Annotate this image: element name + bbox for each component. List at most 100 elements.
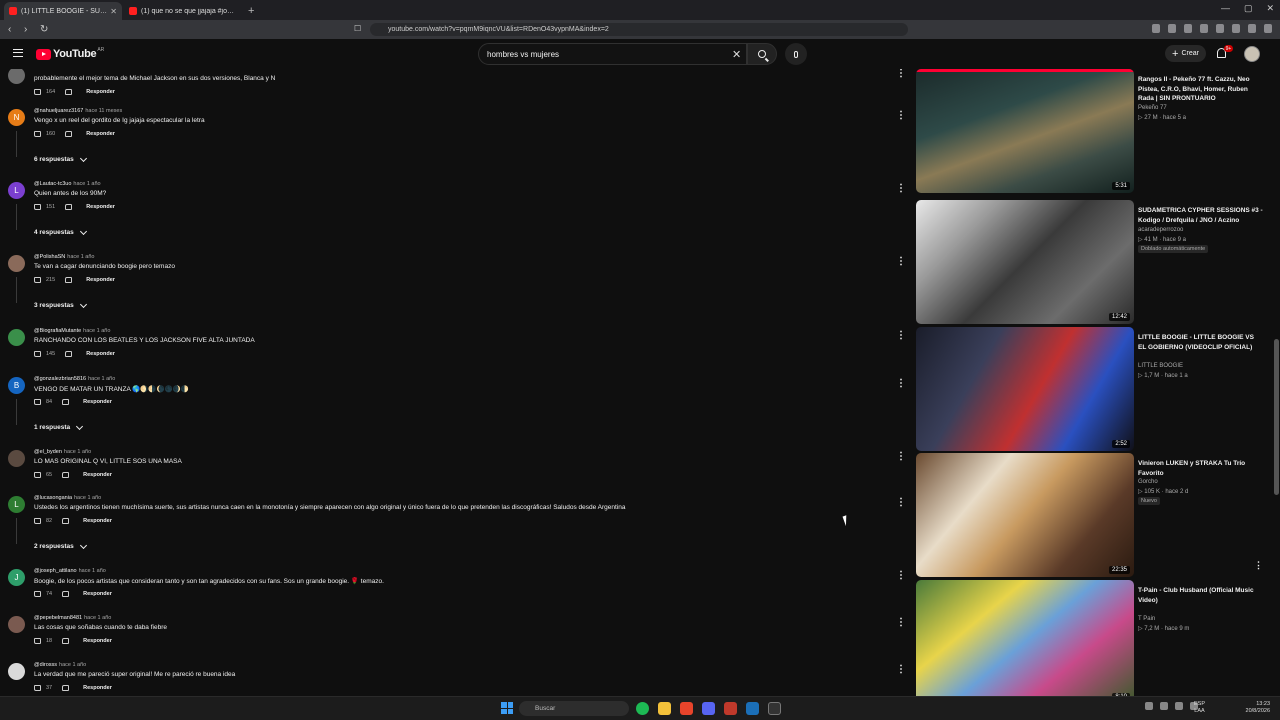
comment-author[interactable]: @Lautac-tc3uo <box>34 181 71 187</box>
dislike-icon[interactable] <box>65 89 73 95</box>
dislike-icon[interactable] <box>62 518 70 524</box>
game-app-icon[interactable] <box>724 702 737 715</box>
steam-icon[interactable] <box>746 702 759 715</box>
language-indicator[interactable]: ESP LAA <box>1194 701 1205 715</box>
related-video[interactable]: 12:42 SUDAMETRICA CYPHER SESSIONS #3 - Ko… <box>916 200 1273 324</box>
create-button[interactable]: + Crear <box>1165 45 1206 62</box>
dislike-icon[interactable] <box>62 638 70 644</box>
minimize-icon[interactable]: — <box>1221 3 1230 14</box>
comment-author[interactable]: @el_byden <box>34 449 62 455</box>
dislike-icon[interactable] <box>62 399 70 405</box>
taskbar-search[interactable]: Buscar <box>519 701 629 716</box>
extension-icon[interactable] <box>1216 24 1224 33</box>
file-explorer-icon[interactable] <box>658 702 671 715</box>
dislike-icon[interactable] <box>62 472 70 478</box>
spotify-icon[interactable] <box>636 702 649 715</box>
comment-options-icon[interactable]: ⋮ <box>896 111 906 121</box>
channel-name[interactable]: Gorcho <box>1138 479 1158 485</box>
scrollbar-thumb[interactable] <box>1274 339 1279 495</box>
comment-author[interactable]: @lucasongania <box>34 495 72 501</box>
video-thumbnail[interactable]: 8:10 <box>916 580 1134 696</box>
windows-start-icon[interactable] <box>501 702 513 714</box>
extension-icon[interactable] <box>1248 24 1256 33</box>
reply-button[interactable]: Responder <box>83 518 112 524</box>
video-thumbnail[interactable]: 12:42 <box>916 200 1134 324</box>
comment-avatar[interactable] <box>8 450 25 467</box>
comment-time[interactable]: hace 1 año <box>88 376 115 382</box>
reply-button[interactable]: Responder <box>86 277 115 283</box>
extension-icon[interactable] <box>1152 24 1160 33</box>
tab-inactive[interactable]: (1) que no se que jjajaja #joacolopez <box>124 2 242 20</box>
view-replies-button[interactable]: 3 respuestas <box>34 300 87 309</box>
video-thumbnail[interactable]: 5:31 <box>916 69 1134 193</box>
scrollbar[interactable] <box>1273 69 1280 696</box>
comment-options-icon[interactable]: ⋮ <box>896 184 906 194</box>
like-icon[interactable] <box>34 204 41 210</box>
tab-active[interactable]: (1) LITTLE BOOGIE - SUAVE CRIMINAL ✕ <box>4 2 122 20</box>
comment-author[interactable]: @nahueljuarez3167 <box>34 108 83 114</box>
extension-icon[interactable] <box>1200 24 1208 33</box>
comment-time[interactable]: hace 1 año <box>79 568 106 574</box>
extension-icon[interactable] <box>1264 24 1272 33</box>
related-video[interactable]: 5:31 Rangos II - Pekeño 77 ft. Cazzu, Neo… <box>916 69 1273 193</box>
new-tab-icon[interactable]: + <box>248 5 254 17</box>
comment-options-icon[interactable]: ⋮ <box>896 331 906 341</box>
reply-button[interactable]: Responder <box>86 204 115 210</box>
reply-button[interactable]: Responder <box>86 89 115 95</box>
comment-options-icon[interactable]: ⋮ <box>896 379 906 389</box>
comment-author[interactable]: @BiografiaMutante <box>34 328 81 334</box>
close-tab-icon[interactable]: ✕ <box>110 7 117 16</box>
comment-avatar[interactable] <box>8 616 25 633</box>
comment-avatar[interactable] <box>8 663 25 680</box>
hamburger-menu-icon[interactable] <box>13 49 23 57</box>
comment-avatar[interactable]: N <box>8 109 25 126</box>
comment-avatar[interactable]: J <box>8 569 25 586</box>
view-replies-button[interactable]: 6 respuestas <box>34 154 87 163</box>
video-title[interactable]: Rangos II - Pekeño 77 ft. Cazzu, Neo Pis… <box>1138 75 1263 104</box>
comment-options-icon[interactable]: ⋮ <box>896 69 906 79</box>
comment-time[interactable]: hace 1 año <box>84 615 111 621</box>
back-icon[interactable]: ‹ <box>8 24 16 35</box>
comment-avatar[interactable]: B <box>8 377 25 394</box>
comment-avatar[interactable] <box>8 69 25 84</box>
comment-time[interactable]: hace 1 año <box>73 181 100 187</box>
extension-icon[interactable] <box>1184 24 1192 33</box>
video-title[interactable]: LITTLE BOOGIE - LITTLE BOOGIE VS EL GOBI… <box>1138 333 1263 352</box>
comment-options-icon[interactable]: ⋮ <box>896 571 906 581</box>
reply-button[interactable]: Responder <box>83 638 112 644</box>
url-field[interactable]: youtube.com/watch?v=pqmM9iqncVU&list=RDe… <box>370 23 908 36</box>
video-title[interactable]: T-Pain - Club Husband (Official Music Vi… <box>1138 586 1263 605</box>
like-icon[interactable] <box>34 518 41 524</box>
related-video[interactable]: 22:35 Vinieron LUKEN y STRAKA Tu Trío Fav… <box>916 453 1273 577</box>
reply-button[interactable]: Responder <box>86 351 115 357</box>
tray-chevron-icon[interactable] <box>1145 702 1153 710</box>
youtube-logo[interactable]: YouTube AR <box>36 47 104 60</box>
comment-avatar[interactable]: L <box>8 182 25 199</box>
close-window-icon[interactable]: ✕ <box>1266 3 1274 14</box>
brave-browser-icon[interactable] <box>680 702 693 715</box>
channel-name[interactable]: Pekeño 77 <box>1138 105 1167 111</box>
tray-app-icon[interactable] <box>1160 702 1168 710</box>
dislike-icon[interactable] <box>65 204 73 210</box>
view-replies-button[interactable]: 2 respuestas <box>34 541 87 550</box>
comment-avatar[interactable] <box>8 255 25 272</box>
reply-button[interactable]: Responder <box>86 131 115 137</box>
comment-avatar[interactable]: L <box>8 496 25 513</box>
comment-author[interactable]: @PolishaSN <box>34 254 65 260</box>
reply-button[interactable]: Responder <box>83 591 112 597</box>
reload-icon[interactable]: ↻ <box>40 24 48 35</box>
dislike-icon[interactable] <box>62 685 70 691</box>
comment-time[interactable]: hace 1 año <box>59 662 86 668</box>
comment-author[interactable]: @pepebelman8481 <box>34 615 82 621</box>
like-icon[interactable] <box>34 399 41 405</box>
comment-options-icon[interactable]: ⋮ <box>896 665 906 675</box>
account-avatar[interactable] <box>1244 46 1260 62</box>
extension-icon[interactable] <box>1168 24 1176 33</box>
comment-options-icon[interactable]: ⋮ <box>896 498 906 508</box>
like-icon[interactable] <box>34 277 41 283</box>
comment-author[interactable]: @dirosss <box>34 662 57 668</box>
like-icon[interactable] <box>34 638 41 644</box>
voice-search-button[interactable] <box>785 43 807 65</box>
maximize-icon[interactable]: ▢ <box>1244 3 1253 14</box>
app-icon[interactable] <box>768 702 781 715</box>
